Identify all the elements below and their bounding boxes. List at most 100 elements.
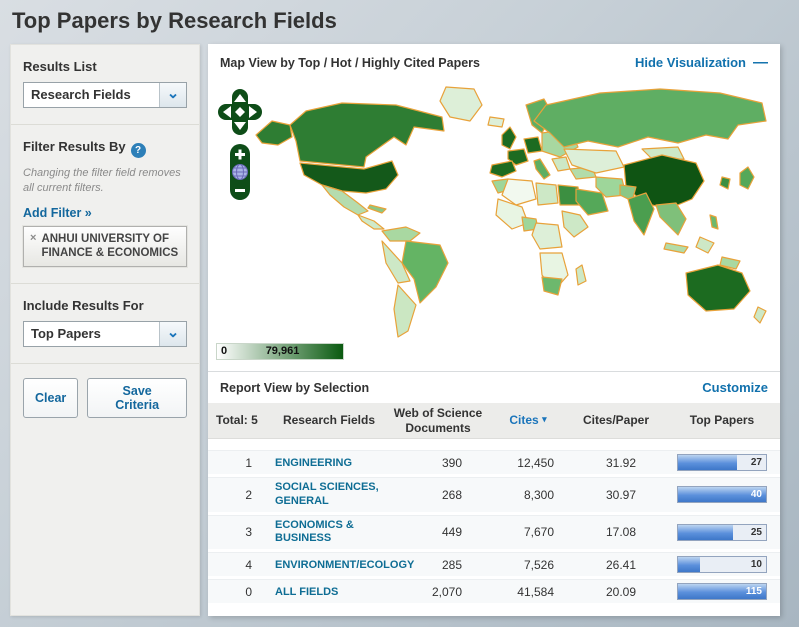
add-filter-link[interactable]: Add Filter » bbox=[23, 206, 92, 220]
region-madagascar[interactable] bbox=[576, 265, 586, 285]
table-row: 3ECONOMICS & BUSINESS4497,67017.0825 bbox=[208, 515, 780, 553]
region-spain[interactable] bbox=[490, 161, 516, 177]
region-philippines[interactable] bbox=[710, 215, 718, 229]
actions-section: Clear Save Criteria bbox=[11, 364, 199, 434]
row-rank: 2 bbox=[208, 488, 270, 502]
row-cites: 12,450 bbox=[488, 456, 568, 470]
row-rank: 4 bbox=[208, 558, 270, 572]
table-body: 1ENGINEERING39012,45031.9227 2SOCIAL SCIE… bbox=[208, 450, 780, 606]
region-iceland[interactable] bbox=[488, 117, 504, 127]
region-uk[interactable] bbox=[502, 127, 516, 149]
help-icon[interactable]: ? bbox=[131, 143, 146, 158]
region-germany[interactable] bbox=[524, 137, 542, 153]
top-papers-bar: 115 bbox=[677, 583, 767, 600]
include-results-select[interactable]: Top Papers ⌄ bbox=[23, 321, 187, 347]
row-field-cell: ALL FIELDS bbox=[270, 584, 388, 600]
column-header-cites[interactable]: Cites ▾ bbox=[488, 413, 568, 427]
region-canada[interactable] bbox=[290, 103, 444, 167]
column-header-cites-per-paper[interactable]: Cites/Paper bbox=[568, 413, 664, 427]
field-link[interactable]: SOCIAL SCIENCES, GENERAL bbox=[270, 481, 388, 509]
region-central-america[interactable] bbox=[358, 215, 384, 229]
pan-control[interactable] bbox=[218, 89, 262, 135]
results-list-select[interactable]: Research Fields ⌄ bbox=[23, 82, 187, 108]
field-link[interactable]: ENGINEERING bbox=[270, 457, 352, 471]
top-papers-value: 40 bbox=[751, 489, 762, 500]
minus-icon: — bbox=[753, 58, 768, 68]
top-papers-bar: 40 bbox=[677, 486, 767, 503]
region-brazil[interactable] bbox=[402, 241, 448, 303]
zoom-out-icon bbox=[235, 189, 245, 192]
region-east-africa[interactable] bbox=[562, 211, 588, 237]
world-map bbox=[208, 77, 780, 339]
map-regions bbox=[256, 87, 766, 337]
row-wos-documents: 2,070 bbox=[388, 585, 488, 599]
region-se-asia[interactable] bbox=[656, 203, 686, 235]
row-top-papers-cell: 10 bbox=[664, 556, 780, 573]
legend-gradient-bar: 0 79,961 bbox=[216, 343, 344, 360]
top-papers-bar: 10 bbox=[677, 556, 767, 573]
zoom-control[interactable] bbox=[229, 143, 251, 201]
map-controls bbox=[218, 89, 264, 201]
top-papers-bar-fill bbox=[678, 455, 737, 470]
report-header: Report View by Selection Customize bbox=[208, 372, 780, 403]
report-title: Report View by Selection bbox=[220, 381, 369, 395]
row-cites: 7,670 bbox=[488, 525, 568, 539]
region-russia[interactable] bbox=[534, 89, 766, 147]
results-list-value: Research Fields bbox=[24, 83, 159, 107]
top-papers-bar-fill bbox=[678, 525, 733, 540]
top-papers-bar: 25 bbox=[677, 524, 767, 541]
top-papers-value: 10 bbox=[751, 559, 762, 570]
row-cites-per-paper: 31.92 bbox=[568, 456, 664, 470]
region-colombia-venezuela[interactable] bbox=[382, 227, 420, 241]
row-field-cell: SOCIAL SCIENCES, GENERAL bbox=[270, 481, 388, 509]
region-japan[interactable] bbox=[740, 167, 754, 189]
row-cites-per-paper: 20.09 bbox=[568, 585, 664, 599]
field-link[interactable]: ECONOMICS & BUSINESS bbox=[270, 519, 388, 547]
chevron-down-icon: ⌄ bbox=[159, 322, 186, 346]
region-indonesia[interactable] bbox=[664, 243, 688, 253]
region-argentina-chile[interactable] bbox=[394, 285, 416, 337]
top-papers-value: 25 bbox=[751, 527, 762, 538]
row-cites: 8,300 bbox=[488, 488, 568, 502]
clear-button[interactable]: Clear bbox=[23, 378, 78, 418]
region-algeria[interactable] bbox=[502, 179, 536, 205]
row-top-papers-cell: 27 bbox=[664, 454, 780, 471]
region-greenland[interactable] bbox=[440, 87, 482, 121]
save-criteria-button[interactable]: Save Criteria bbox=[87, 378, 187, 418]
remove-filter-icon[interactable]: × bbox=[30, 232, 36, 261]
map-title: Map View by Top / Hot / Highly Cited Pap… bbox=[220, 56, 480, 70]
page-title: Top Papers by Research Fields bbox=[12, 8, 787, 34]
row-cites: 41,584 bbox=[488, 585, 568, 599]
chevron-down-icon: ⌄ bbox=[159, 83, 186, 107]
region-italy[interactable] bbox=[534, 159, 550, 179]
region-borneo[interactable] bbox=[696, 237, 714, 253]
legend-max-label: 79,961 bbox=[266, 345, 300, 357]
region-south-africa[interactable] bbox=[542, 277, 562, 295]
column-header-top-papers[interactable]: Top Papers bbox=[664, 413, 780, 427]
row-rank: 0 bbox=[208, 585, 270, 599]
table-row: 1ENGINEERING39012,45031.9227 bbox=[208, 450, 780, 477]
region-new-zealand[interactable] bbox=[754, 307, 766, 323]
region-australia[interactable] bbox=[686, 265, 750, 311]
region-central-africa[interactable] bbox=[532, 223, 562, 249]
region-balkans[interactable] bbox=[552, 157, 570, 171]
region-korea[interactable] bbox=[720, 177, 730, 189]
region-libya[interactable] bbox=[536, 183, 558, 205]
row-top-papers-cell: 40 bbox=[664, 486, 780, 503]
row-top-papers-cell: 25 bbox=[664, 524, 780, 541]
globe-icon bbox=[233, 165, 248, 180]
column-header-wos-documents[interactable]: Web of Science Documents bbox=[388, 406, 488, 435]
page: Top Papers by Research Fields Results Li… bbox=[0, 0, 799, 627]
field-link[interactable]: ALL FIELDS bbox=[270, 586, 338, 600]
row-wos-documents: 285 bbox=[388, 558, 488, 572]
filter-chip[interactable]: × ANHUI UNIVERSITY OF FINANCE & ECONOMIC… bbox=[23, 226, 187, 268]
map-legend: 0 79,961 bbox=[208, 339, 780, 371]
row-wos-documents: 268 bbox=[388, 488, 488, 502]
hide-visualization-link[interactable]: Hide Visualization — bbox=[635, 55, 768, 70]
results-list-label: Results List bbox=[23, 59, 187, 74]
region-caribbean[interactable] bbox=[368, 205, 386, 213]
row-cites-per-paper: 30.97 bbox=[568, 488, 664, 502]
column-header-research-fields[interactable]: Research Fields bbox=[270, 413, 388, 427]
customize-link[interactable]: Customize bbox=[702, 380, 768, 395]
row-top-papers-cell: 115 bbox=[664, 583, 780, 600]
